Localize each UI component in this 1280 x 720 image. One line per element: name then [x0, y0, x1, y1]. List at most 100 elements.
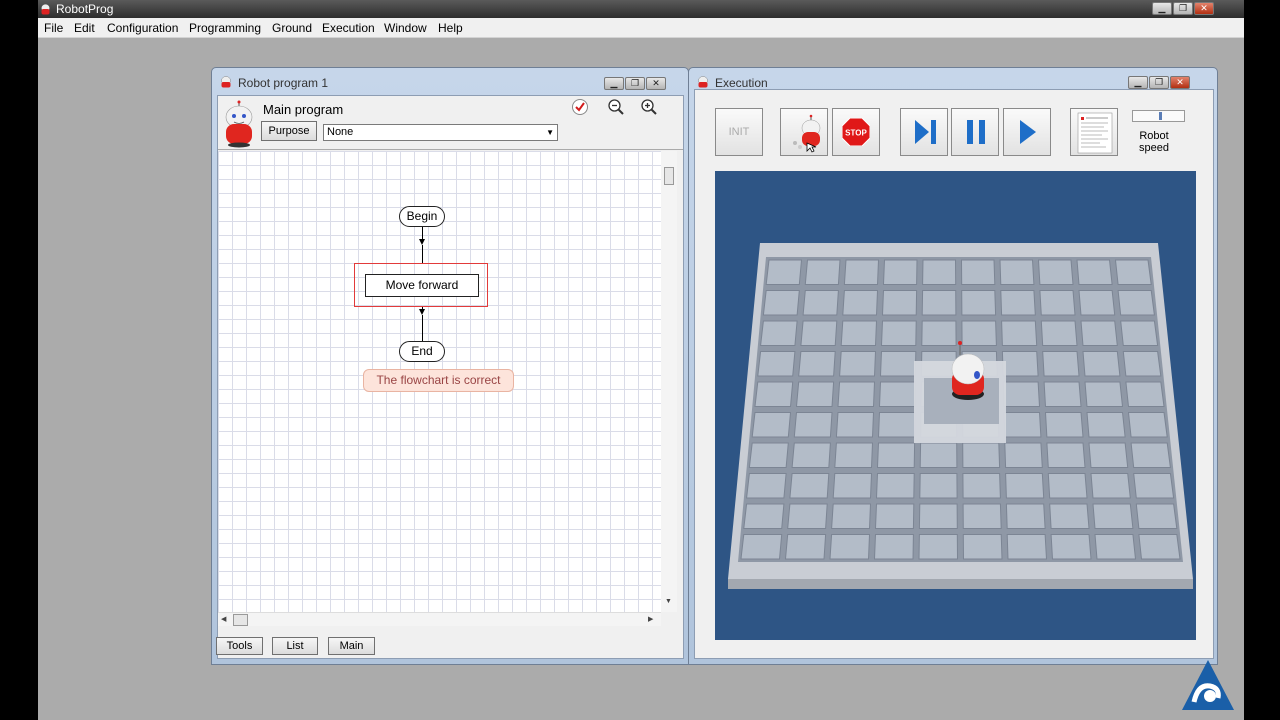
ground-tile: [961, 320, 997, 346]
check-icon[interactable]: [571, 98, 589, 116]
program-window: Robot program 1 ▁ ❐ ✕ Main program Purpo…: [211, 67, 689, 665]
ground-tile: [1088, 442, 1129, 468]
speed-label-line-2: speed: [1139, 142, 1169, 154]
play-button[interactable]: [1003, 108, 1051, 156]
restore-icon[interactable]: ❐: [625, 77, 645, 90]
purpose-select[interactable]: None ▼: [323, 124, 558, 141]
restore-icon[interactable]: ❐: [1173, 2, 1193, 15]
ground-tile: [881, 290, 918, 316]
ground-tile: [922, 259, 957, 285]
menu-configuration[interactable]: Configuration: [107, 21, 178, 35]
ground-tile: [919, 473, 958, 499]
flowchart-move-forward[interactable]: Move forward: [365, 274, 479, 297]
robot-speed-slider[interactable]: [1132, 110, 1185, 122]
ground-tile: [800, 320, 838, 346]
tools-button[interactable]: Tools: [216, 637, 263, 655]
minimize-icon[interactable]: ▁: [1152, 2, 1172, 15]
robot-ground-3d-view[interactable]: [715, 171, 1196, 640]
flowchart-begin[interactable]: Begin: [399, 206, 445, 227]
menu-help[interactable]: Help: [438, 21, 463, 35]
slider-knob[interactable]: [1159, 112, 1162, 120]
ground-tile: [798, 351, 836, 377]
menu-window[interactable]: Window: [384, 21, 427, 35]
ground-tile: [1046, 442, 1086, 468]
flowchart-canvas[interactable]: Begin Move forward End The flowchart is …: [218, 151, 661, 612]
ground-tile: [1094, 534, 1137, 560]
vertical-scrollbar[interactable]: ▼: [661, 151, 677, 612]
ground-tile: [787, 503, 828, 529]
ground-tile: [804, 259, 841, 285]
minimize-icon[interactable]: ▁: [604, 77, 624, 90]
stop-button[interactable]: STOP: [832, 108, 880, 156]
zoom-out-icon[interactable]: [607, 98, 625, 116]
menu-ground[interactable]: Ground: [272, 21, 312, 35]
step-button[interactable]: [900, 108, 948, 156]
report-button[interactable]: [1070, 108, 1118, 156]
ground-tile: [1076, 259, 1113, 285]
flowchart-end[interactable]: End: [399, 341, 445, 362]
init-button[interactable]: INIT: [715, 108, 763, 156]
horizontal-scrollbar[interactable]: ◀ ▶: [218, 612, 661, 626]
robot-speed-label: Robot speed: [1127, 130, 1181, 154]
close-icon[interactable]: ✕: [1194, 2, 1214, 15]
robot-place-button[interactable]: [780, 108, 828, 156]
ground-tile: [1004, 442, 1043, 468]
ground-tile: [921, 320, 957, 346]
purpose-button[interactable]: Purpose: [261, 121, 317, 141]
menu-edit[interactable]: Edit: [74, 21, 95, 35]
app-title-bar: RobotProg ▁ ❐ ✕: [38, 0, 1244, 18]
robot-window-icon: [221, 76, 231, 88]
zoom-in-icon[interactable]: [640, 98, 658, 116]
menu-programming[interactable]: Programming: [189, 21, 261, 35]
scroll-thumb[interactable]: [664, 167, 674, 185]
ground-tile: [843, 259, 880, 285]
purpose-select-value: None: [327, 126, 354, 138]
ground-tile: [1120, 320, 1159, 346]
flowchart-connector: [422, 245, 423, 264]
program-header: Main program Purpose None ▼: [218, 96, 683, 150]
ground-tile: [1005, 503, 1046, 529]
step-forward-icon: [915, 120, 936, 144]
ground-tile: [962, 503, 1002, 529]
scroll-thumb[interactable]: [233, 614, 248, 626]
menu-execution[interactable]: Execution: [322, 21, 375, 35]
scroll-down-icon[interactable]: ▼: [665, 598, 672, 605]
ground-tile: [748, 442, 789, 468]
play-icon: [1020, 120, 1036, 144]
ground-tile: [1047, 473, 1088, 499]
program-client-area: Main program Purpose None ▼ Begin Move f…: [216, 95, 684, 659]
ground-tile: [1135, 503, 1178, 529]
execution-window-controls: ▁ ❐ ✕: [1128, 76, 1190, 89]
scroll-left-icon[interactable]: ◀: [221, 615, 226, 623]
chevron-down-icon: ▼: [546, 128, 554, 137]
app-window-controls: ▁ ❐ ✕: [1152, 2, 1214, 15]
ground-tile: [878, 381, 916, 407]
program-window-controls: ▁ ❐ ✕: [604, 77, 666, 90]
ground-tile: [874, 503, 915, 529]
ground-tile: [1125, 381, 1165, 407]
main-button[interactable]: Main: [328, 637, 375, 655]
close-icon[interactable]: ✕: [646, 77, 666, 90]
close-icon[interactable]: ✕: [1170, 76, 1190, 89]
list-button[interactable]: List: [272, 637, 318, 655]
ground-tile: [1122, 351, 1162, 377]
ground-grid-render: [728, 243, 1193, 589]
scroll-right-icon[interactable]: ▶: [648, 615, 653, 623]
ground-tile: [1080, 320, 1118, 346]
restore-icon[interactable]: ❐: [1149, 76, 1169, 89]
minimize-icon[interactable]: ▁: [1128, 76, 1148, 89]
pause-button[interactable]: [951, 108, 999, 156]
menu-file[interactable]: File: [44, 21, 63, 35]
ground-tile: [918, 534, 959, 560]
ground-tile: [837, 381, 876, 407]
ground-tile: [784, 534, 827, 560]
ground-tile: [1003, 412, 1042, 438]
ground-tile: [875, 473, 915, 499]
ground-tile: [1040, 320, 1078, 346]
watermark-logo: [1182, 660, 1234, 710]
flowchart-status-message: The flowchart is correct: [363, 369, 514, 392]
ground-tile: [921, 290, 957, 316]
ground-tile: [1117, 290, 1155, 316]
ground-tile: [743, 503, 785, 529]
ground-tile: [962, 442, 1001, 468]
